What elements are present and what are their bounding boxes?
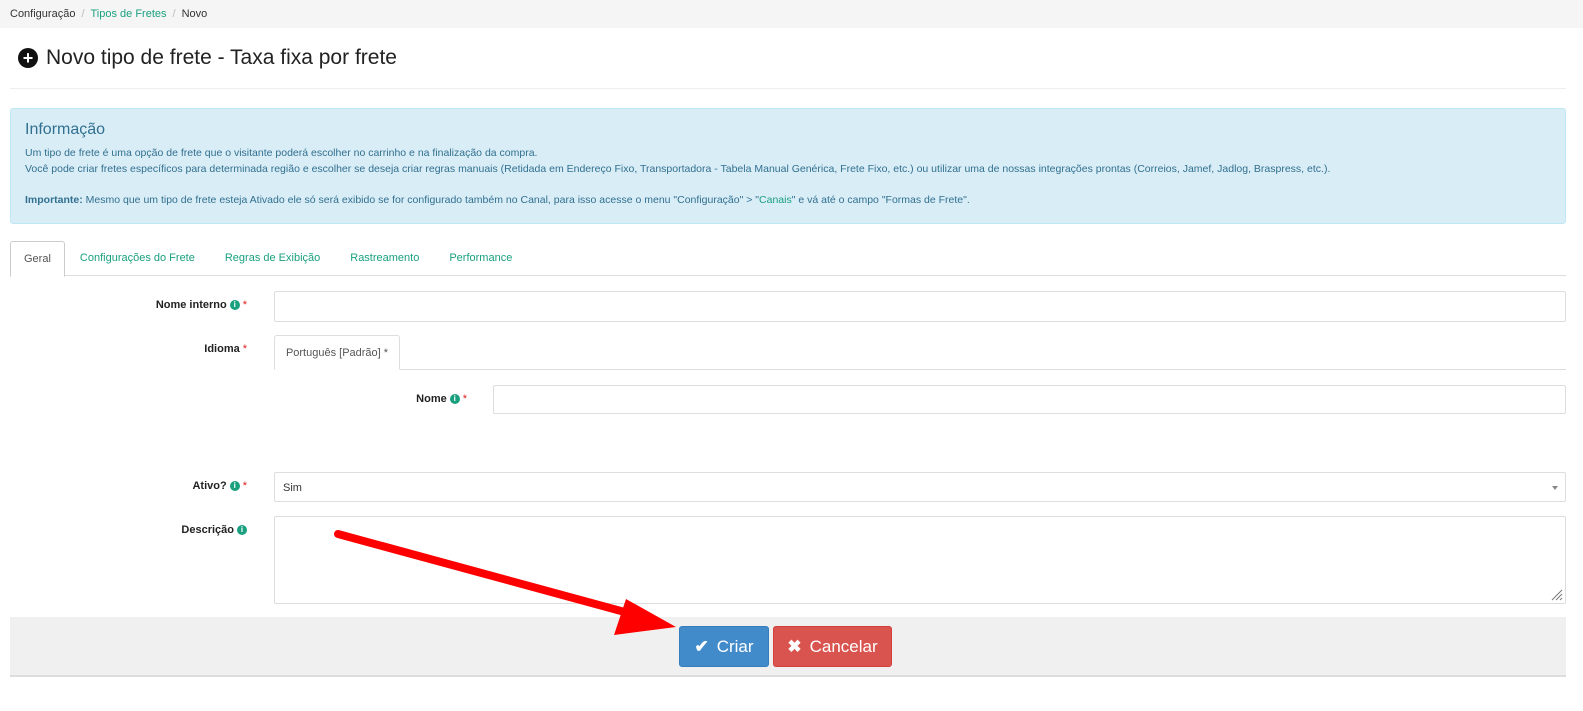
info-heading: Informação <box>25 121 106 138</box>
name-label-text: Nome <box>416 393 447 405</box>
tab-regras-de-exibicao[interactable]: Regras de Exibição <box>210 241 335 276</box>
description-label-text: Descrição <box>181 524 234 536</box>
name-input[interactable] <box>493 385 1566 414</box>
active-select[interactable]: Sim <box>274 472 1566 502</box>
create-button[interactable]: ✔ Criar <box>679 626 769 667</box>
cancel-button[interactable]: ✖ Cancelar <box>773 626 892 667</box>
tab-performance[interactable]: Performance <box>434 241 527 276</box>
close-icon: ✖ <box>787 636 802 656</box>
internal-name-input[interactable] <box>274 291 1566 322</box>
info-line-2: Você pode criar fretes específicos para … <box>25 163 1331 175</box>
breadcrumb: Configuração / Tipos de Fretes / Novo <box>0 0 1583 28</box>
info-icon[interactable]: i <box>229 300 240 310</box>
info-important-text-b: " e vá até o campo "Formas de Frete". <box>791 194 970 206</box>
tab-geral[interactable]: Geral <box>10 241 65 277</box>
required-mark: * <box>242 299 247 311</box>
required-mark: * <box>462 393 467 405</box>
breadcrumb-separator: / <box>81 8 85 20</box>
active-label-text: Ativo? <box>192 480 227 492</box>
canais-link[interactable]: Canais <box>759 194 792 206</box>
resize-grip-icon[interactable] <box>1549 587 1563 601</box>
breadcrumb-item-tipos-de-fretes[interactable]: Tipos de Fretes <box>91 8 167 20</box>
info-icon[interactable]: i <box>229 481 240 491</box>
tab-rastreamento[interactable]: Rastreamento <box>335 241 434 276</box>
info-line-1: Um tipo de frete é uma opção de frete qu… <box>25 147 538 159</box>
breadcrumb-item-configuracao[interactable]: Configuração <box>10 8 75 20</box>
name-label: Nome i * <box>320 392 467 406</box>
create-button-label: Criar <box>716 636 754 656</box>
internal-name-label-text: Nome interno <box>155 299 227 311</box>
language-label-text: Idioma <box>204 343 240 355</box>
info-important-text-a: Mesmo que um tipo de frete esteja Ativad… <box>82 194 760 206</box>
description-textarea[interactable] <box>274 516 1566 604</box>
page-title: + Novo tipo de frete - Taxa fixa por fre… <box>18 46 397 70</box>
plus-circle-icon: + <box>18 48 38 68</box>
info-alert: Informação Um tipo de frete é uma opção … <box>10 108 1566 224</box>
required-mark: * <box>242 343 247 355</box>
info-icon[interactable]: i <box>237 525 247 535</box>
description-label: Descrição i <box>100 523 247 537</box>
chevron-down-icon <box>1552 486 1558 490</box>
internal-name-label: Nome interno i * <box>100 298 247 312</box>
page-title-text: Novo tipo de frete - Taxa fixa por frete <box>46 46 397 69</box>
active-select-value: Sim <box>283 482 302 494</box>
required-mark: * <box>242 480 247 492</box>
info-icon[interactable]: i <box>449 394 460 404</box>
info-important: Importante: Mesmo que um tipo de frete e… <box>25 192 1551 208</box>
breadcrumb-separator: / <box>172 8 176 20</box>
active-label: Ativo? i * <box>100 479 247 493</box>
tab-bar: Geral Configurações do Frete Regras de E… <box>10 241 1566 277</box>
tab-configuracoes-do-frete[interactable]: Configurações do Frete <box>65 241 210 276</box>
check-icon: ✔ <box>694 636 709 656</box>
language-tab-portugues[interactable]: Português [Padrão] * <box>274 335 400 370</box>
info-important-label: Importante: <box>25 194 83 206</box>
cancel-button-label: Cancelar <box>809 636 878 656</box>
language-label: Idioma * <box>100 342 247 356</box>
title-divider <box>10 88 1566 89</box>
language-tabs-divider <box>274 369 1566 370</box>
breadcrumb-item-novo: Novo <box>181 8 208 20</box>
